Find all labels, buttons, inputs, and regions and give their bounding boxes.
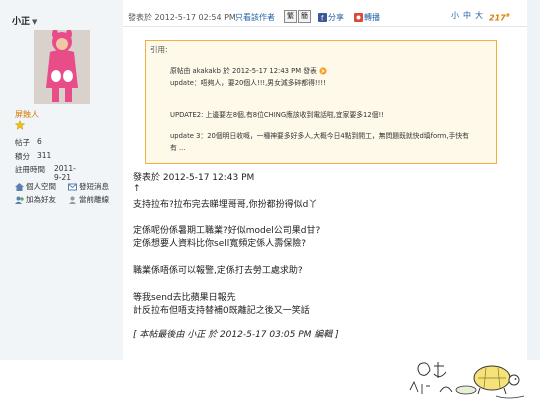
share-label[interactable]: 分享 <box>328 13 344 22</box>
link-label[interactable]: 個人空間 <box>26 182 56 191</box>
link-label: 當前離線 <box>79 195 109 204</box>
stat-points: 積分 311 <box>15 151 51 162</box>
post-line: 定係呢份係暑期工職業?好似model公司果d甘? <box>133 226 321 236</box>
link-personal-space[interactable]: 個人空間 <box>15 181 56 192</box>
post-line: 等我send去比蘋果日報先 <box>133 293 236 303</box>
quote-block <box>145 40 497 164</box>
link-label[interactable]: 加為好友 <box>26 195 56 204</box>
stat-value: 311 <box>37 151 52 160</box>
post-line: 定係想要人資料比你sell寬頻定係人壽保險? <box>133 239 307 249</box>
stat-register-time: 註冊時間 2011-9-21 <box>15 164 76 182</box>
rank-title: 屏蝕人 <box>15 110 39 119</box>
quote-author-line: 原帖由 akakakb 於 2012-5-17 12:43 PM 發表 <box>170 66 327 76</box>
message-icon <box>68 183 77 191</box>
status-offline: 當前離線 <box>68 194 109 205</box>
stat-label: 積分 <box>15 152 30 161</box>
edit-note: [ 本帖最後由 小正 於 2012-5-17 03:05 PM 編輯 ] <box>133 330 339 340</box>
stat-posts: 帖子 6 <box>15 137 42 148</box>
font-size-large[interactable]: 大 <box>475 10 483 21</box>
quote-line: update：唔夠人，要20個人!!!,男女減多碎都得!!!! <box>170 79 326 87</box>
home-icon <box>15 183 24 191</box>
post-line: 職業係唔係可以報警,定係打去勞工處求助? <box>133 266 303 276</box>
post-line: ↑ <box>133 184 141 194</box>
font-size-medium[interactable]: 中 <box>463 10 471 21</box>
stat-value: 2011-9-21 <box>54 164 76 182</box>
chevron-down-icon: ▼ <box>32 18 38 26</box>
quote-title: 引用: <box>150 45 168 54</box>
traditional-button[interactable]: 繁 <box>284 10 297 23</box>
turtle-watermark-icon <box>409 362 525 399</box>
floor-number-value[interactable]: 217 <box>489 14 506 23</box>
share-icon: f <box>318 13 327 23</box>
username[interactable]: 小正 ▼ <box>12 14 37 27</box>
right-edge-panel <box>527 0 540 360</box>
link-label[interactable]: 發短消息 <box>79 182 109 191</box>
header-divider <box>123 26 527 27</box>
stat-label: 帖子 <box>15 138 30 147</box>
post-header-time: 發表於 2012-5-17 02:54 PM <box>128 13 236 22</box>
offline-icon <box>69 196 76 204</box>
quote-line: update 3：20個明日收嘅，一種神要多好多人,大概今日4點到開工，無問題既… <box>170 132 469 140</box>
only-author-link[interactable]: 只看該作者 <box>235 12 275 23</box>
stat-value: 6 <box>37 137 42 146</box>
post-line: 支持拉布?拉布完去睇埋哥哥,你扮都扮得似d丫 <box>133 200 318 210</box>
simplified-button[interactable]: 簡 <box>298 10 311 23</box>
repost-link[interactable]: 轉播 <box>354 12 380 23</box>
link-send-message[interactable]: 發短消息 <box>68 181 109 192</box>
link-add-friend[interactable]: 加為好友 <box>15 194 56 205</box>
star-icon <box>15 120 25 130</box>
avatar[interactable] <box>34 30 90 104</box>
share-link[interactable]: f 分享 <box>318 12 344 23</box>
post-line: 計反拉布但唔支持替補0既離記之後又一笑話 <box>133 306 310 316</box>
post-time: 發表於 2012-5-17 12:43 PM <box>133 173 255 183</box>
repost-icon <box>354 13 363 22</box>
quote-line: 有 ... <box>170 144 186 152</box>
quote-author-text: 原帖由 akakakb 於 2012-5-17 12:43 PM 發表 <box>170 67 317 75</box>
font-size-small[interactable]: 小 <box>451 10 459 21</box>
floor-number[interactable]: 217# <box>489 13 509 23</box>
add-friend-icon <box>15 196 24 204</box>
repost-label[interactable]: 轉播 <box>364 13 380 22</box>
floor-marker: # <box>505 13 510 19</box>
quote-line: UPDATE2: 上邊要左8個,有8位CHING應該收到電話啦,宜家要多12個!… <box>170 111 384 119</box>
username-label[interactable]: 小正 <box>12 17 30 27</box>
stat-label: 註冊時間 <box>15 165 45 174</box>
view-original-icon[interactable] <box>319 67 327 75</box>
